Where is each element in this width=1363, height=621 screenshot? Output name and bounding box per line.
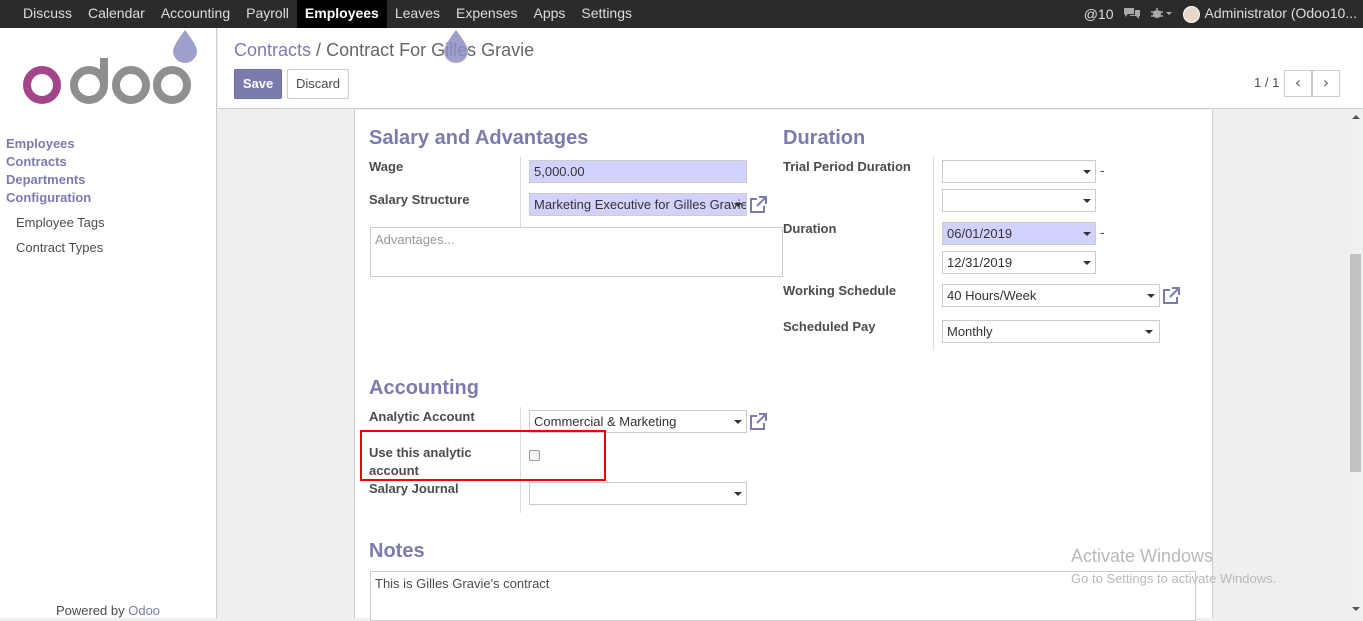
annotation-highlight-box <box>360 430 606 481</box>
advantages-textarea[interactable]: Advantages... <box>370 227 783 277</box>
working-schedule-value: 40 Hours/Week <box>947 288 1037 303</box>
user-name: Administrator (Odoo10... <box>1204 5 1357 22</box>
duration-end-value: 12/31/2019 <box>947 255 1013 270</box>
windows-watermark-subtitle: Go to Settings to activate Windows. <box>1071 571 1277 586</box>
duration-end-date-input[interactable]: 12/31/2019 <box>942 251 1096 274</box>
chevron-right-icon: › <box>1322 73 1330 92</box>
menu-employees[interactable]: Employees <box>296 0 387 28</box>
chevron-down-icon <box>1083 261 1091 265</box>
sidebar-item-employee-tags[interactable]: Employee Tags <box>6 213 105 232</box>
scrollbar-thumb[interactable] <box>1350 254 1361 472</box>
menu-settings[interactable]: Settings <box>573 0 640 28</box>
salary-journal-select[interactable] <box>529 482 747 505</box>
scheduled-pay-label: Scheduled Pay <box>783 319 876 334</box>
chevron-down-icon <box>734 203 742 207</box>
sidebar-item-configuration[interactable]: Configuration <box>6 189 105 207</box>
duration-section-title: Duration <box>783 127 866 149</box>
scroll-up-arrow-icon[interactable] <box>1349 110 1363 122</box>
scheduled-pay-value: Monthly <box>947 324 993 339</box>
working-schedule-select[interactable]: 40 Hours/Week <box>942 284 1160 307</box>
control-panel: Contracts / Contract For Gilles Gravie S… <box>218 28 1363 109</box>
menu-leaves[interactable]: Leaves <box>387 0 448 28</box>
duration-start-value: 06/01/2019 <box>947 226 1013 241</box>
menu-discuss[interactable]: Discuss <box>15 0 80 28</box>
salary-structure-label: Salary Structure <box>369 192 470 207</box>
chevron-down-icon <box>1083 232 1091 236</box>
chevron-down-icon <box>734 420 742 424</box>
notification-count: 10 <box>1097 6 1114 22</box>
duration-start-date-input[interactable]: 06/01/2019 <box>942 222 1096 245</box>
tutorial-drop-icon <box>173 30 197 63</box>
mentions-indicator[interactable]: @10 <box>1084 6 1114 22</box>
form-sheet <box>354 110 1213 618</box>
odoo-logo <box>23 58 191 104</box>
menu-calendar[interactable]: Calendar <box>80 0 153 28</box>
salary-structure-select[interactable]: Marketing Executive for Gilles Gravie <box>529 193 747 216</box>
analytic-account-label: Analytic Account <box>369 409 475 424</box>
menu-accounting[interactable]: Accounting <box>153 0 238 28</box>
powered-by: Powered by Odoo <box>0 603 216 618</box>
trial-end-date-input[interactable] <box>942 189 1096 212</box>
range-dash: - <box>1100 164 1105 179</box>
menu-apps[interactable]: Apps <box>526 0 574 28</box>
wage-input[interactable]: 5,000.00 <box>529 160 747 183</box>
range-dash: - <box>1100 226 1105 241</box>
sidebar-item-contracts[interactable]: Contracts <box>6 153 105 171</box>
analytic-account-value: Commercial & Marketing <box>534 414 677 429</box>
user-menu[interactable]: Administrator (Odoo10... <box>1183 5 1357 23</box>
sidebar-nav: Employees Contracts Departments Configur… <box>6 135 105 257</box>
advantages-placeholder: Advantages... <box>375 232 455 247</box>
sidebar-item-employees[interactable]: Employees <box>6 135 105 153</box>
chevron-down-icon <box>1083 199 1091 203</box>
menu-payroll[interactable]: Payroll <box>238 0 297 28</box>
app-menu: Discuss Calendar Accounting Payroll Empl… <box>15 0 640 28</box>
powered-by-label: Powered by <box>55 603 125 618</box>
external-link-icon[interactable] <box>749 413 767 431</box>
notes-text: This is Gilles Gravie's contract <box>375 576 550 591</box>
menu-expenses[interactable]: Expenses <box>448 0 525 28</box>
chevron-down-icon <box>1147 294 1155 298</box>
salary-structure-value: Marketing Executive for Gilles Gravie <box>534 197 747 212</box>
debug-bug-icon[interactable] <box>1151 6 1173 23</box>
sidebar: Employees Contracts Departments Configur… <box>0 28 217 618</box>
salary-section-title: Salary and Advantages <box>369 127 589 149</box>
powered-by-brand-link[interactable]: Odoo <box>128 603 160 618</box>
breadcrumb-contracts-link[interactable]: Contracts <box>234 40 311 60</box>
scroll-down-arrow-icon[interactable] <box>1349 604 1363 616</box>
breadcrumb-current: Contract For Gilles Gravie <box>326 40 535 60</box>
systray: @10 Administrator (Odoo10... <box>1074 0 1357 28</box>
sidebar-item-contract-types[interactable]: Contract Types <box>6 238 105 257</box>
tutorial-drop-icon <box>444 30 468 63</box>
breadcrumb-separator: / <box>316 40 322 60</box>
discard-button[interactable]: Discard <box>287 69 349 99</box>
working-schedule-label: Working Schedule <box>783 283 897 298</box>
chevron-down-icon <box>1083 170 1091 174</box>
external-link-icon[interactable] <box>749 196 767 214</box>
chat-icon[interactable] <box>1123 6 1141 23</box>
chevron-left-icon: ‹ <box>1294 73 1302 92</box>
wage-label: Wage <box>369 159 404 174</box>
duration-label: Duration <box>783 221 837 236</box>
pager-value: 1 / 1 <box>1254 75 1280 90</box>
external-link-icon[interactable] <box>1162 287 1180 305</box>
sidebar-item-departments[interactable]: Departments <box>6 171 105 189</box>
scheduled-pay-select[interactable]: Monthly <box>942 320 1160 343</box>
windows-watermark-title: Activate Windows <box>1071 546 1214 566</box>
breadcrumb: Contracts / Contract For Gilles Gravie <box>234 40 534 61</box>
chevron-down-icon <box>1145 330 1153 334</box>
at-icon: @ <box>1083 6 1098 22</box>
accounting-section-title: Accounting <box>369 377 479 399</box>
top-navbar: Discuss Calendar Accounting Payroll Empl… <box>0 0 1363 28</box>
trial-start-date-input[interactable] <box>942 160 1096 183</box>
pager-previous-button[interactable]: ‹ <box>1284 70 1312 97</box>
divider <box>520 157 521 229</box>
notes-section-title: Notes <box>369 540 425 562</box>
salary-journal-label: Salary Journal <box>369 481 459 496</box>
chevron-down-icon <box>734 492 742 496</box>
divider <box>933 157 934 350</box>
save-button[interactable]: Save <box>234 69 282 99</box>
pager-next-button[interactable]: › <box>1312 70 1340 97</box>
avatar <box>1183 5 1201 23</box>
trial-period-label: Trial Period Duration <box>783 159 911 174</box>
